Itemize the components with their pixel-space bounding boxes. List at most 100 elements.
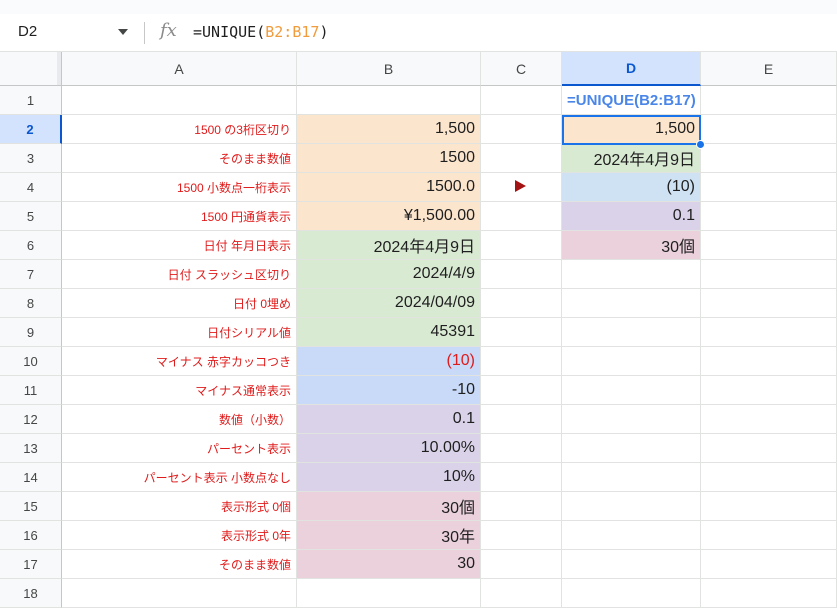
cell-b15[interactable]: 30個 <box>297 492 481 521</box>
cell-a10[interactable]: マイナス 赤字カッコつき <box>62 347 297 376</box>
cell-a6[interactable]: 日付 年月日表示 <box>62 231 297 260</box>
cell-d9[interactable] <box>562 318 701 347</box>
cell-c7[interactable] <box>481 260 562 289</box>
cell-e5[interactable] <box>701 202 837 231</box>
cell-a15[interactable]: 表示形式 0個 <box>62 492 297 521</box>
cell-e17[interactable] <box>701 550 837 579</box>
column-header-c[interactable]: C <box>481 52 562 86</box>
cell-e8[interactable] <box>701 289 837 318</box>
row-header-17[interactable]: 17 <box>0 550 62 579</box>
cell-a9[interactable]: 日付シリアル値 <box>62 318 297 347</box>
row-header-5[interactable]: 5 <box>0 202 62 231</box>
cell-c3[interactable] <box>481 144 562 173</box>
cell-e13[interactable] <box>701 434 837 463</box>
cell-a18[interactable] <box>62 579 297 608</box>
cell-b1[interactable] <box>297 86 481 115</box>
row-header-8[interactable]: 8 <box>0 289 62 318</box>
cell-a16[interactable]: 表示形式 0年 <box>62 521 297 550</box>
cell-d11[interactable] <box>562 376 701 405</box>
cell-a14[interactable]: パーセント表示 小数点なし <box>62 463 297 492</box>
cell-b12[interactable]: 0.1 <box>297 405 481 434</box>
row-header-16[interactable]: 16 <box>0 521 62 550</box>
cell-c15[interactable] <box>481 492 562 521</box>
cell-b3[interactable]: 1500 <box>297 144 481 173</box>
cell-d1[interactable]: =UNIQUE(B2:B17) <box>562 86 701 115</box>
cell-d13[interactable] <box>562 434 701 463</box>
cell-d17[interactable] <box>562 550 701 579</box>
cell-d5[interactable]: 0.1 <box>562 202 701 231</box>
cell-d15[interactable] <box>562 492 701 521</box>
cell-d6[interactable]: 30個 <box>562 231 701 260</box>
column-header-e[interactable]: E <box>701 52 837 86</box>
cell-e9[interactable] <box>701 318 837 347</box>
cell-a11[interactable]: マイナス通常表示 <box>62 376 297 405</box>
chevron-down-icon[interactable] <box>118 29 128 35</box>
cell-c11[interactable] <box>481 376 562 405</box>
cell-c2[interactable] <box>481 115 562 144</box>
cell-d4[interactable]: (10) <box>562 173 701 202</box>
row-header-13[interactable]: 13 <box>0 434 62 463</box>
cell-b13[interactable]: 10.00% <box>297 434 481 463</box>
cell-d3[interactable]: 2024年4月9日 <box>562 144 701 173</box>
cell-c9[interactable] <box>481 318 562 347</box>
row-header-18[interactable]: 18 <box>0 579 62 608</box>
cell-d10[interactable] <box>562 347 701 376</box>
cell-b8[interactable]: 2024/04/09 <box>297 289 481 318</box>
cell-c17[interactable] <box>481 550 562 579</box>
row-header-14[interactable]: 14 <box>0 463 62 492</box>
row-header-3[interactable]: 3 <box>0 144 62 173</box>
cell-b4[interactable]: 1500.0 <box>297 173 481 202</box>
cell-b5[interactable]: ¥1,500.00 <box>297 202 481 231</box>
row-header-15[interactable]: 15 <box>0 492 62 521</box>
row-header-10[interactable]: 10 <box>0 347 62 376</box>
row-header-9[interactable]: 9 <box>0 318 62 347</box>
cell-e16[interactable] <box>701 521 837 550</box>
row-header-12[interactable]: 12 <box>0 405 62 434</box>
formula-input[interactable]: =UNIQUE(B2:B17) <box>193 23 328 41</box>
cell-e7[interactable] <box>701 260 837 289</box>
cell-d7[interactable] <box>562 260 701 289</box>
fill-handle[interactable] <box>696 140 705 149</box>
cell-c1[interactable] <box>481 86 562 115</box>
cell-c18[interactable] <box>481 579 562 608</box>
cell-e18[interactable] <box>701 579 837 608</box>
cell-d12[interactable] <box>562 405 701 434</box>
cell-e10[interactable] <box>701 347 837 376</box>
cell-e6[interactable] <box>701 231 837 260</box>
cell-a4[interactable]: 1500 小数点一桁表示 <box>62 173 297 202</box>
row-header-7[interactable]: 7 <box>0 260 62 289</box>
cell-d16[interactable] <box>562 521 701 550</box>
row-header-11[interactable]: 11 <box>0 376 62 405</box>
column-header-a[interactable]: A <box>62 52 297 86</box>
cell-e1[interactable] <box>701 86 837 115</box>
cell-b2[interactable]: 1,500 <box>297 115 481 144</box>
cell-c10[interactable] <box>481 347 562 376</box>
select-all-corner[interactable] <box>0 52 62 86</box>
cell-c16[interactable] <box>481 521 562 550</box>
cell-b10[interactable]: (10) <box>297 347 481 376</box>
cell-e4[interactable] <box>701 173 837 202</box>
row-header-1[interactable]: 1 <box>0 86 62 115</box>
cell-e15[interactable] <box>701 492 837 521</box>
cell-a7[interactable]: 日付 スラッシュ区切り <box>62 260 297 289</box>
cell-c8[interactable] <box>481 289 562 318</box>
cell-e3[interactable] <box>701 144 837 173</box>
cell-e2[interactable] <box>701 115 837 144</box>
cell-a12[interactable]: 数値（小数） <box>62 405 297 434</box>
cell-c5[interactable] <box>481 202 562 231</box>
cell-c6[interactable] <box>481 231 562 260</box>
cell-d18[interactable] <box>562 579 701 608</box>
cell-a8[interactable]: 日付 0埋め <box>62 289 297 318</box>
cell-a13[interactable]: パーセント表示 <box>62 434 297 463</box>
cell-b17[interactable]: 30 <box>297 550 481 579</box>
cell-b9[interactable]: 45391 <box>297 318 481 347</box>
cell-b11[interactable]: -10 <box>297 376 481 405</box>
cell-d2[interactable]: 1,500 <box>562 115 701 144</box>
cell-c12[interactable] <box>481 405 562 434</box>
cell-b6[interactable]: 2024年4月9日 <box>297 231 481 260</box>
cell-b16[interactable]: 30年 <box>297 521 481 550</box>
cell-c14[interactable] <box>481 463 562 492</box>
row-header-2[interactable]: 2 <box>0 115 62 144</box>
cell-e14[interactable] <box>701 463 837 492</box>
name-box[interactable]: D2 <box>18 23 37 40</box>
